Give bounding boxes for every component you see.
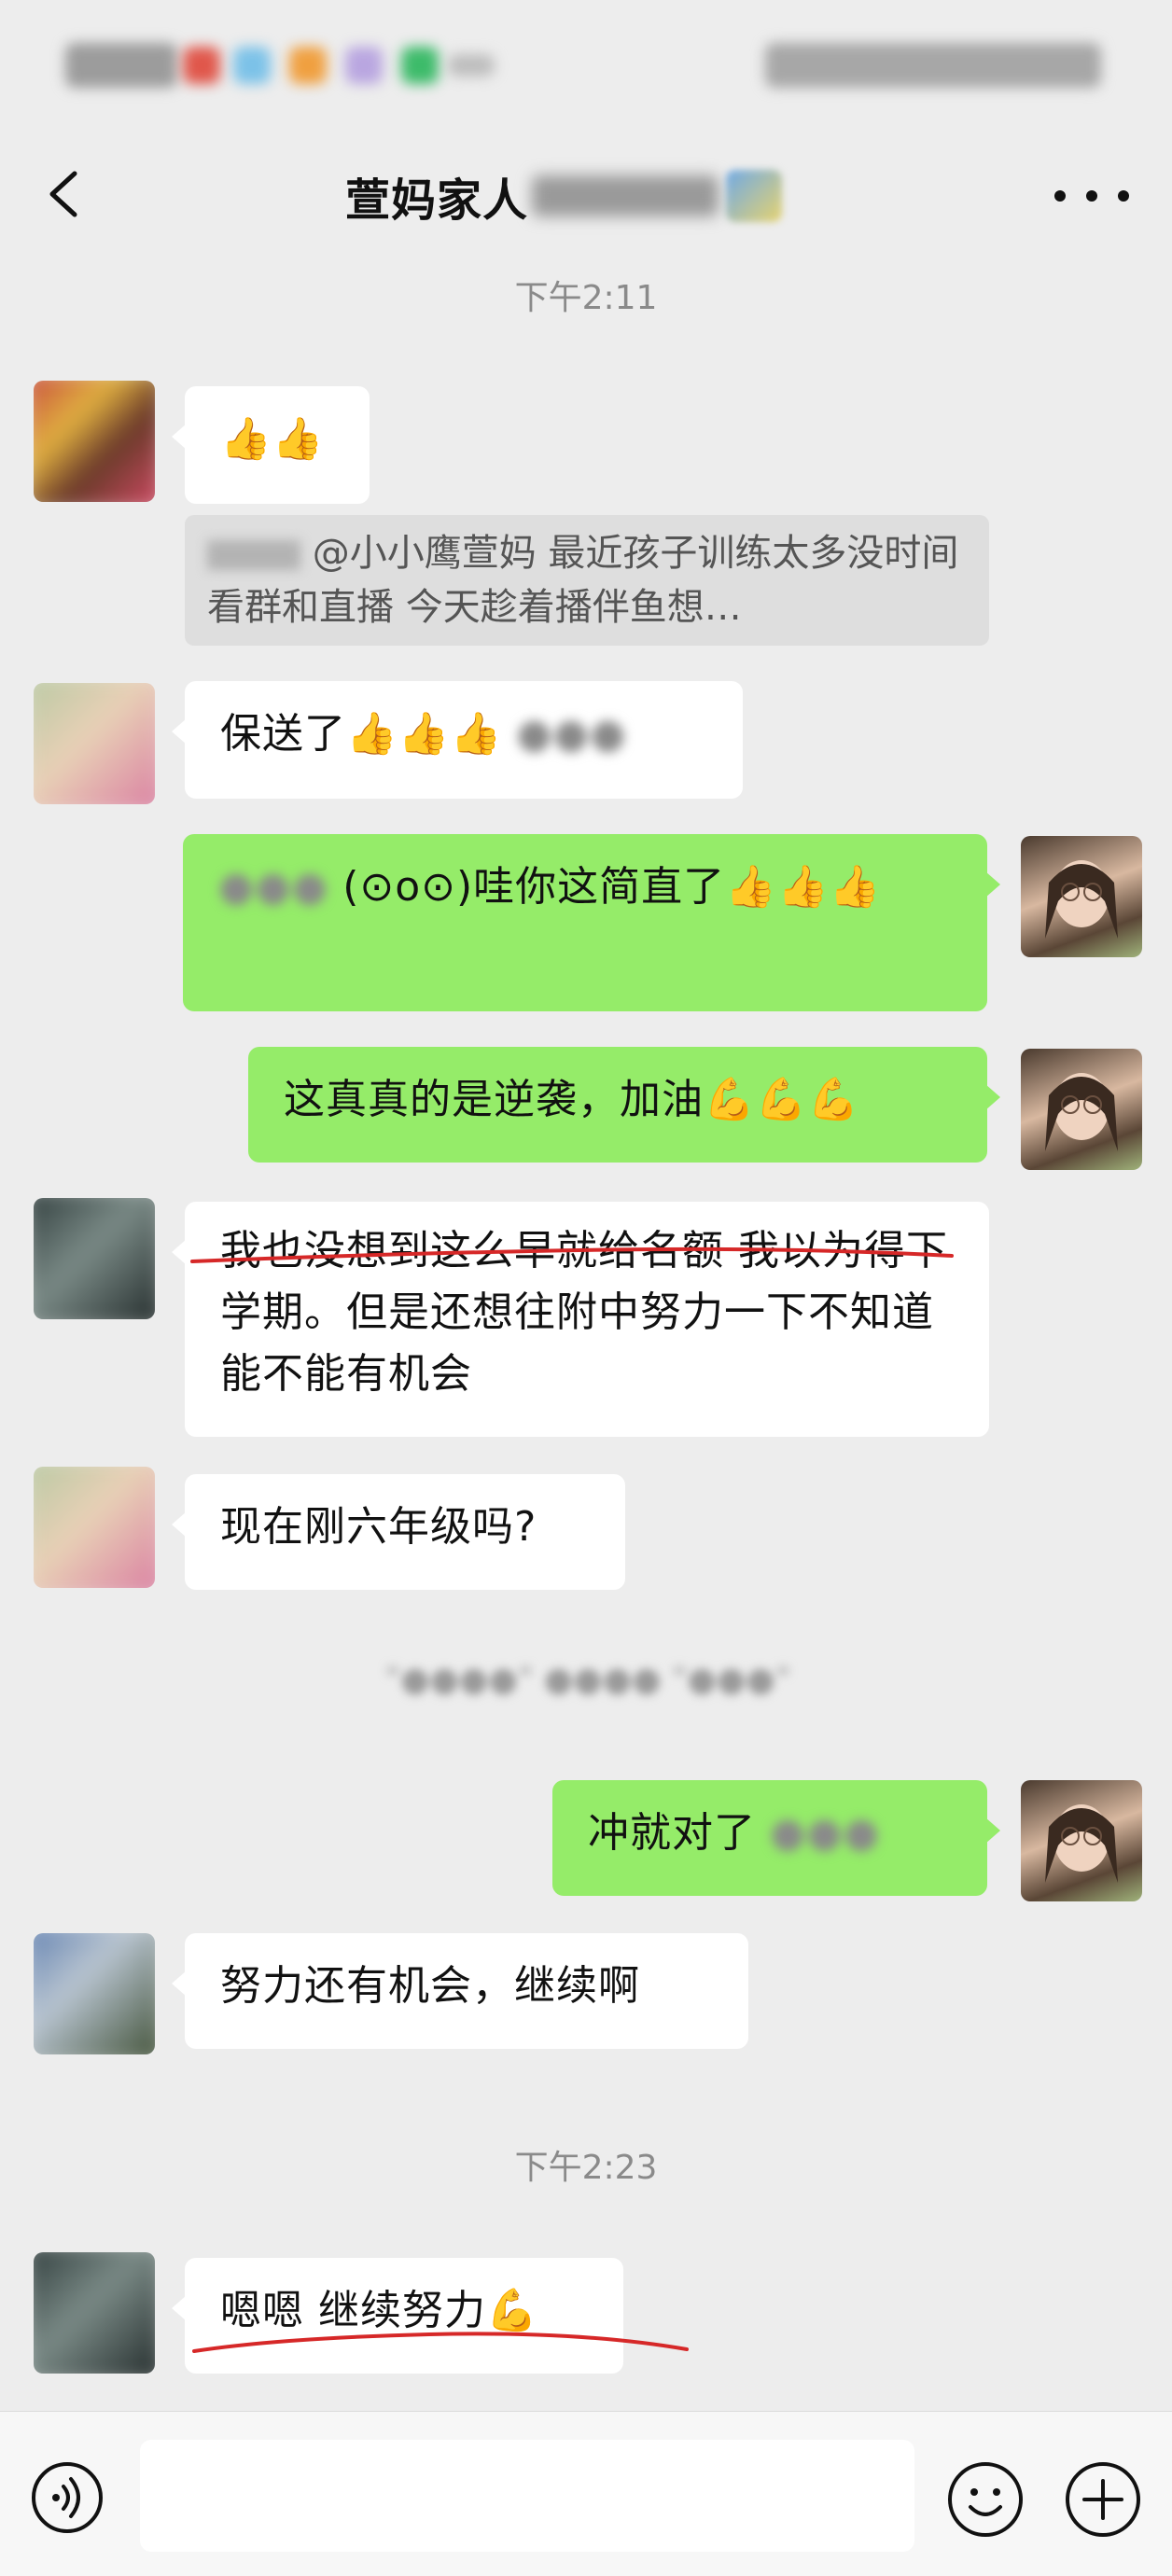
message-bubble[interactable]: 👍👍: [172, 386, 370, 504]
message-bubble-self[interactable]: 这真真的是逆袭，加油💪💪💪: [248, 1047, 1000, 1163]
avatar[interactable]: [34, 1933, 155, 2054]
timestamp: 下午2:11: [514, 279, 658, 317]
message-bubble[interactable]: 保送了👍👍👍 ●●●: [172, 681, 743, 799]
my-avatar[interactable]: [1021, 836, 1142, 957]
notification-icon: [448, 54, 495, 77]
group-badge-icon: [726, 170, 783, 222]
notification-icon: [345, 47, 383, 84]
avatar[interactable]: [34, 683, 155, 804]
chat-header: 萱妈家人: [0, 131, 1172, 261]
timestamp: 下午2:23: [514, 2149, 658, 2187]
quote-text: @小小鹰萱妈 最近孩子训练太多没时间看群和直播 今天趁着播伴鱼想…: [207, 532, 959, 629]
message-text: 保送了👍👍👍: [220, 710, 503, 758]
message-text: 👍👍: [220, 415, 325, 463]
emoji-icon[interactable]: [946, 2460, 1025, 2539]
my-avatar[interactable]: [1021, 1049, 1142, 1170]
notification-icon: [233, 47, 271, 84]
message-bubble[interactable]: 现在刚六年级吗?: [172, 1474, 625, 1590]
mention-blurred: ●●●: [516, 710, 627, 758]
quoted-message[interactable]: @小小鹰萱妈 最近孩子训练太多没时间看群和直播 今天趁着播伴鱼想…: [185, 515, 989, 646]
quote-sender-blurred: [207, 540, 300, 570]
voice-input-icon[interactable]: [30, 2460, 105, 2535]
message-bubble[interactable]: 努力还有机会，继续啊: [172, 1933, 748, 2049]
avatar-face-icon: [1045, 1073, 1118, 1151]
mention-blurred: ●●●: [770, 1809, 881, 1857]
message-input[interactable]: [140, 2440, 914, 2552]
status-time: [65, 43, 177, 88]
message-bubble-self[interactable]: 冲就对了 ●●●: [552, 1780, 1000, 1896]
message-text: 现在刚六年级吗?: [220, 1503, 537, 1551]
more-options-icon[interactable]: [1054, 168, 1129, 224]
notification-icon: [183, 47, 220, 84]
message-text: (⊙o⊙)哇你这简直了👍👍👍: [342, 863, 882, 911]
mention-blurred: ●●●: [218, 863, 329, 911]
message-bubble[interactable]: 我也没想到这么早就给名额 我以为得下学期。但是还想往附中努力一下不知道能不能有机…: [172, 1202, 989, 1437]
red-underline-annotation: [190, 1246, 954, 1263]
back-arrow-icon[interactable]: [37, 166, 93, 222]
avatar-face-icon: [1045, 1804, 1118, 1883]
message-text: 这真真的是逆袭，加油💪💪💪: [284, 1076, 860, 1123]
notification-icon: [401, 47, 439, 84]
avatar[interactable]: [34, 2252, 155, 2374]
member-count-blurred: [532, 175, 719, 216]
message-bubble-self[interactable]: ●●● (⊙o⊙)哇你这简直了👍👍👍: [183, 834, 1000, 1011]
avatar[interactable]: [34, 381, 155, 502]
avatar[interactable]: [34, 1198, 155, 1319]
red-underline-annotation: [192, 2332, 689, 2353]
plus-icon[interactable]: [1064, 2460, 1142, 2539]
message-text: 冲就对了: [588, 1809, 756, 1857]
status-bar: [0, 0, 1172, 131]
status-right-indicators: [765, 43, 1101, 88]
input-bar: [0, 2411, 1172, 2576]
system-message-blurred: "●●●●" ●●●● "●●●": [384, 1661, 791, 1699]
my-avatar[interactable]: [1021, 1780, 1142, 1901]
notification-icon: [289, 47, 327, 84]
chat-title: 萱妈家人: [345, 174, 529, 227]
avatar-face-icon: [1045, 860, 1118, 939]
message-text: 努力还有机会，继续啊: [220, 1962, 640, 2010]
avatar[interactable]: [34, 1467, 155, 1588]
